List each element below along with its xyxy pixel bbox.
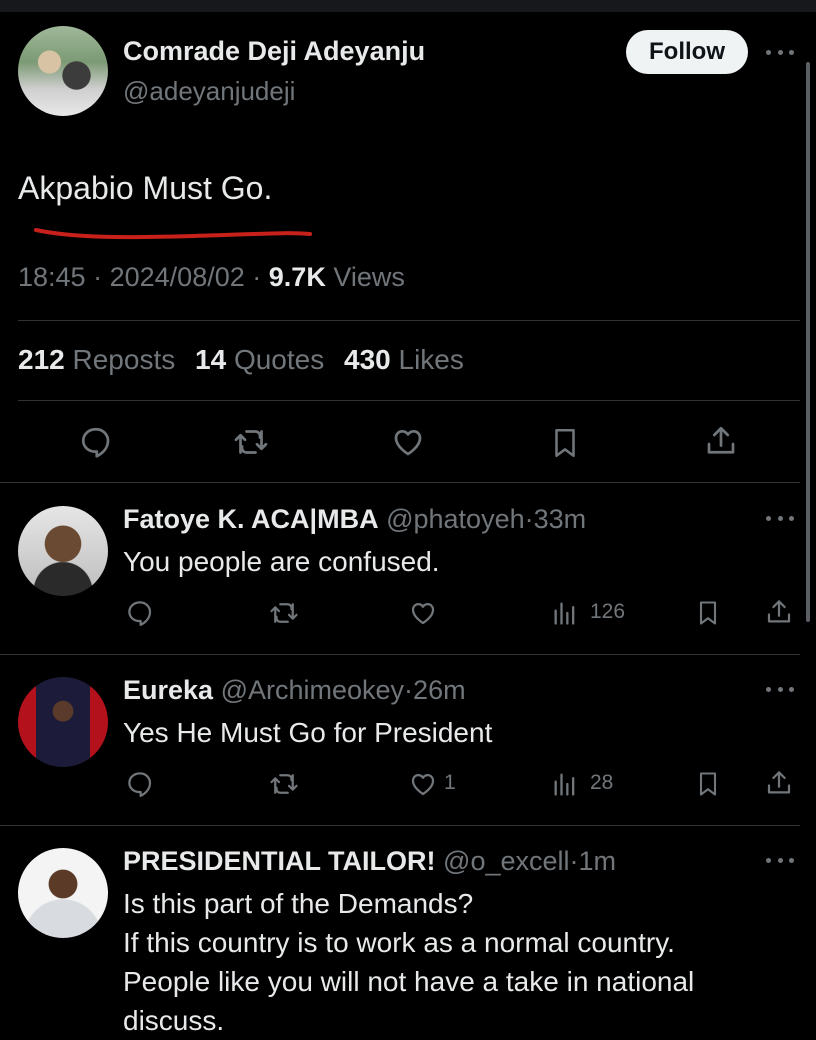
bookmark-icon[interactable] [694,597,722,629]
meta-separator: · [524,504,534,534]
meta-separator: · [569,846,579,876]
more-options-icon[interactable] [766,514,794,522]
like-icon[interactable] [407,769,439,799]
reply-time[interactable]: 1m [579,846,617,876]
reply-header: Eureka @Archimeokey·26m [123,675,466,706]
reposts-count[interactable]: 212 [18,344,65,375]
tweet-text: Akpabio Must Go. [18,170,273,206]
reply-icon[interactable] [125,598,155,628]
scrollbar[interactable] [806,62,810,622]
more-options-icon[interactable] [766,48,794,56]
likes-count[interactable]: 430 [344,344,391,375]
reply-line: Is this part of the Demands? [123,888,474,919]
reply-line: If this country is to work as a normal c… [123,927,675,958]
reply-icon[interactable] [78,424,114,460]
meta-separator: · [252,262,262,292]
reply-icon[interactable] [125,769,155,799]
reply-likes-count: 1 [444,771,456,794]
reply-author-handle[interactable]: @phatoyeh [386,504,525,534]
reply-time[interactable]: 33m [534,504,587,534]
meta-separator: · [93,262,103,292]
bookmark-icon[interactable] [548,424,582,462]
reply-avatar[interactable] [18,677,108,767]
bookmark-icon[interactable] [694,768,722,800]
author-name[interactable]: Comrade Deji Adeyanju [123,36,425,67]
reply-text: You people are confused. [123,542,783,581]
reply-line: You people are confused. [123,546,440,577]
repost-icon[interactable] [268,598,300,628]
quotes-label[interactable]: Quotes [234,344,324,375]
reply-author-name[interactable]: Eureka [123,675,213,705]
divider [0,825,800,826]
reply-author-handle[interactable]: @Archimeokey [221,675,404,705]
more-options-icon[interactable] [766,685,794,693]
share-icon[interactable] [764,596,794,628]
reply-line: discuss. [123,1005,225,1036]
divider [18,400,800,401]
divider [0,482,800,483]
reply-header: PRESIDENTIAL TAILOR! @o_excell·1m [123,846,616,877]
reply-avatar[interactable] [18,848,108,938]
tweet-date: 2024/08/02 [109,262,245,292]
repost-icon[interactable] [232,424,270,460]
share-icon[interactable] [764,767,794,799]
reply-author-name[interactable]: Fatoye K. ACA|MBA [123,504,379,534]
views-count: 9.7K [268,262,326,292]
divider [0,654,800,655]
reply-author-handle[interactable]: @o_excell [443,846,569,876]
follow-button[interactable]: Follow [626,30,748,74]
reply-text: Yes He Must Go for President [123,713,783,752]
meta-separator: · [404,675,414,705]
more-options-icon[interactable] [766,856,794,864]
repost-icon[interactable] [268,769,300,799]
likes-label[interactable]: Likes [399,344,464,375]
reply-time[interactable]: 26m [413,675,466,705]
quotes-count[interactable]: 14 [195,344,226,375]
views-icon[interactable] [551,769,579,799]
views-label: Views [333,262,405,292]
top-status-strip [0,0,816,12]
share-icon[interactable] [703,422,739,460]
like-icon[interactable] [389,424,427,460]
reply-header: Fatoye K. ACA|MBA @phatoyeh·33m [123,504,586,535]
reply-avatar[interactable] [18,506,108,596]
reply-line: People like you will not have a take in … [123,966,695,997]
reply-views-count: 28 [590,771,614,794]
reply-line: Yes He Must Go for President [123,717,493,748]
divider [18,320,800,321]
tweet-time: 18:45 [18,262,86,292]
reposts-label[interactable]: Reposts [73,344,176,375]
reply-author-name[interactable]: PRESIDENTIAL TAILOR! [123,846,436,876]
reply-views-count: 126 [590,600,626,623]
views-icon[interactable] [551,598,579,628]
author-avatar[interactable] [18,26,108,116]
tweet-meta: 18:45 · 2024/08/02 · 9.7K Views [18,262,405,293]
author-handle[interactable]: @adeyanjudeji [123,76,295,107]
reply-text: Is this part of the Demands? If this cou… [123,884,783,1040]
engagement-stats: 212 Reposts 14 Quotes 430 Likes [18,344,476,376]
red-underline-annotation [34,228,312,240]
like-icon[interactable] [407,598,439,628]
